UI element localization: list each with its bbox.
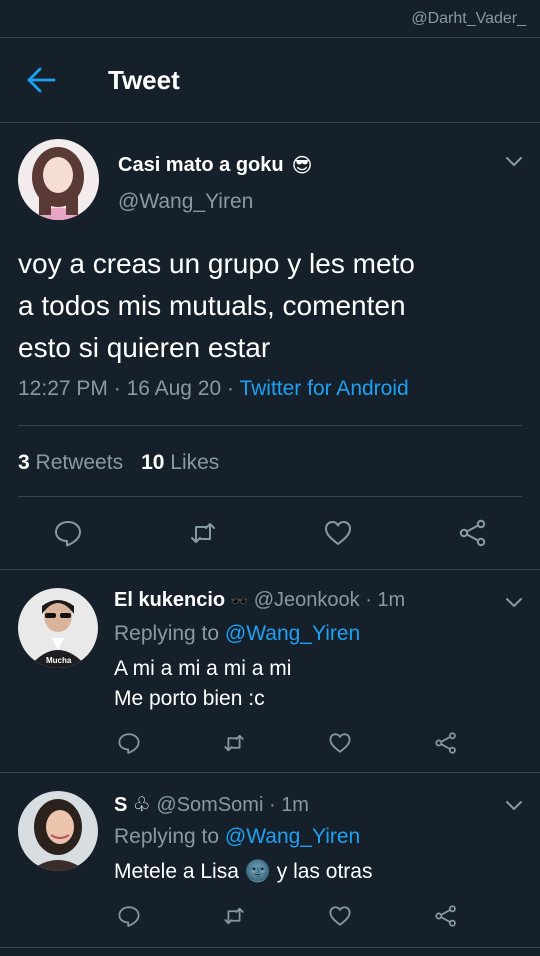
chevron-down-icon[interactable]: [504, 795, 524, 815]
reply-time: 1m: [281, 794, 309, 816]
reply-display-name[interactable]: S: [114, 794, 127, 816]
likes-stat[interactable]: 10 Likes: [141, 451, 219, 475]
retweets-count: 3: [18, 451, 30, 474]
share-icon[interactable]: [434, 904, 458, 928]
sunglasses-emoji-icon: 🕶️: [230, 593, 249, 609]
chevron-down-icon[interactable]: [504, 592, 524, 612]
heart-icon[interactable]: [328, 904, 352, 928]
avatar[interactable]: [18, 791, 98, 871]
tweet-date: 16 Aug 20: [126, 377, 222, 400]
reply-text-line: A mi a mi a mi a mi: [114, 657, 292, 680]
divider: [18, 425, 522, 426]
reply-text-line: Me porto bien :c: [114, 687, 265, 710]
divider: [18, 496, 522, 497]
display-name-text: Casi mato a goku: [118, 154, 284, 176]
retweet-icon[interactable]: [222, 904, 246, 928]
reply-icon[interactable]: [117, 904, 141, 928]
header: Tweet: [0, 38, 540, 122]
heart-icon[interactable]: [323, 518, 353, 548]
reply-text-after: y las otras: [276, 860, 373, 883]
tweet-time: 12:27 PM: [18, 377, 108, 400]
replying-label: Replying to: [114, 825, 220, 848]
display-name[interactable]: Casi mato a goku 😎: [118, 153, 312, 178]
meta-separator: ·: [365, 589, 378, 611]
replying-label: Replying to: [114, 622, 220, 645]
moon-face-emoji-icon: 🌚: [244, 860, 271, 883]
reply-handle[interactable]: @SomSomi: [156, 794, 263, 816]
reply-time: 1m: [377, 589, 406, 611]
replying-to: Replying to @Wang_Yiren: [114, 825, 360, 849]
reply-tweet[interactable]: S ♧ @SomSomi · 1m Replying to @Wang_Yire…: [0, 773, 540, 948]
tweet-text: voy a creas un grupo y les meto a todos …: [18, 243, 518, 369]
replying-handle-link[interactable]: @Wang_Yiren: [225, 825, 360, 848]
divider: [0, 947, 540, 948]
reply-handle[interactable]: @Jeonkook: [254, 589, 360, 611]
share-icon[interactable]: [434, 731, 458, 755]
reply-tweet[interactable]: Mucha El kukencio 🕶️ @Jeonkook · 1m Repl…: [0, 570, 540, 772]
retweets-label: Retweets: [35, 451, 124, 474]
watermark: @Darht_Vader_: [411, 10, 526, 27]
meta-separator: ·: [113, 377, 127, 400]
meta-separator: ·: [227, 377, 240, 400]
heart-icon[interactable]: [328, 731, 352, 755]
reply-display-name[interactable]: El kukencio: [114, 589, 225, 611]
reply-icon[interactable]: [117, 731, 141, 755]
reply-header: S ♧ @SomSomi · 1m: [114, 792, 309, 817]
retweets-stat[interactable]: 3 Retweets: [18, 451, 123, 475]
likes-label: Likes: [170, 451, 220, 474]
chevron-down-icon[interactable]: [504, 151, 524, 171]
reply-icon[interactable]: [53, 518, 83, 548]
retweet-icon[interactable]: [188, 518, 218, 548]
main-tweet: Casi mato a goku 😎 @Wang_Yiren voy a cre…: [0, 123, 540, 570]
share-icon[interactable]: [458, 518, 488, 548]
likes-count: 10: [141, 451, 165, 474]
club-symbol-icon: ♧: [132, 794, 151, 816]
sunglasses-emoji-icon: 😎: [291, 155, 313, 177]
reply-text-before: Metele a Lisa: [114, 860, 239, 883]
page-title: Tweet: [108, 65, 180, 95]
tweet-actions: [0, 518, 540, 548]
tweet-text-line: a todos mis mutuals, comenten: [18, 290, 406, 321]
tweet-text-line: esto si quieren estar: [18, 332, 271, 363]
reply-header: El kukencio 🕶️ @Jeonkook · 1m: [114, 589, 405, 612]
replying-to: Replying to @Wang_Yiren: [114, 622, 360, 646]
tweet-text-line: voy a creas un grupo y les meto: [18, 248, 415, 279]
back-arrow-icon[interactable]: [26, 66, 56, 94]
tweet-meta: 12:27 PM · 16 Aug 20 · Twitter for Andro…: [18, 377, 409, 401]
replying-handle-link[interactable]: @Wang_Yiren: [225, 622, 360, 645]
tweet-stats: 3 Retweets 10 Likes: [18, 451, 219, 475]
retweet-icon[interactable]: [222, 731, 246, 755]
handle[interactable]: @Wang_Yiren: [118, 190, 253, 214]
meta-separator: ·: [268, 794, 282, 816]
avatar[interactable]: [18, 139, 99, 220]
tweet-source-link[interactable]: Twitter for Android: [239, 377, 408, 400]
avatar[interactable]: Mucha: [18, 588, 98, 668]
avatar-caption: Mucha: [46, 656, 72, 665]
reply-text: Metele a Lisa 🌚 y las otras: [114, 857, 372, 887]
reply-text: A mi a mi a mi a mi Me porto bien :c: [114, 654, 291, 714]
